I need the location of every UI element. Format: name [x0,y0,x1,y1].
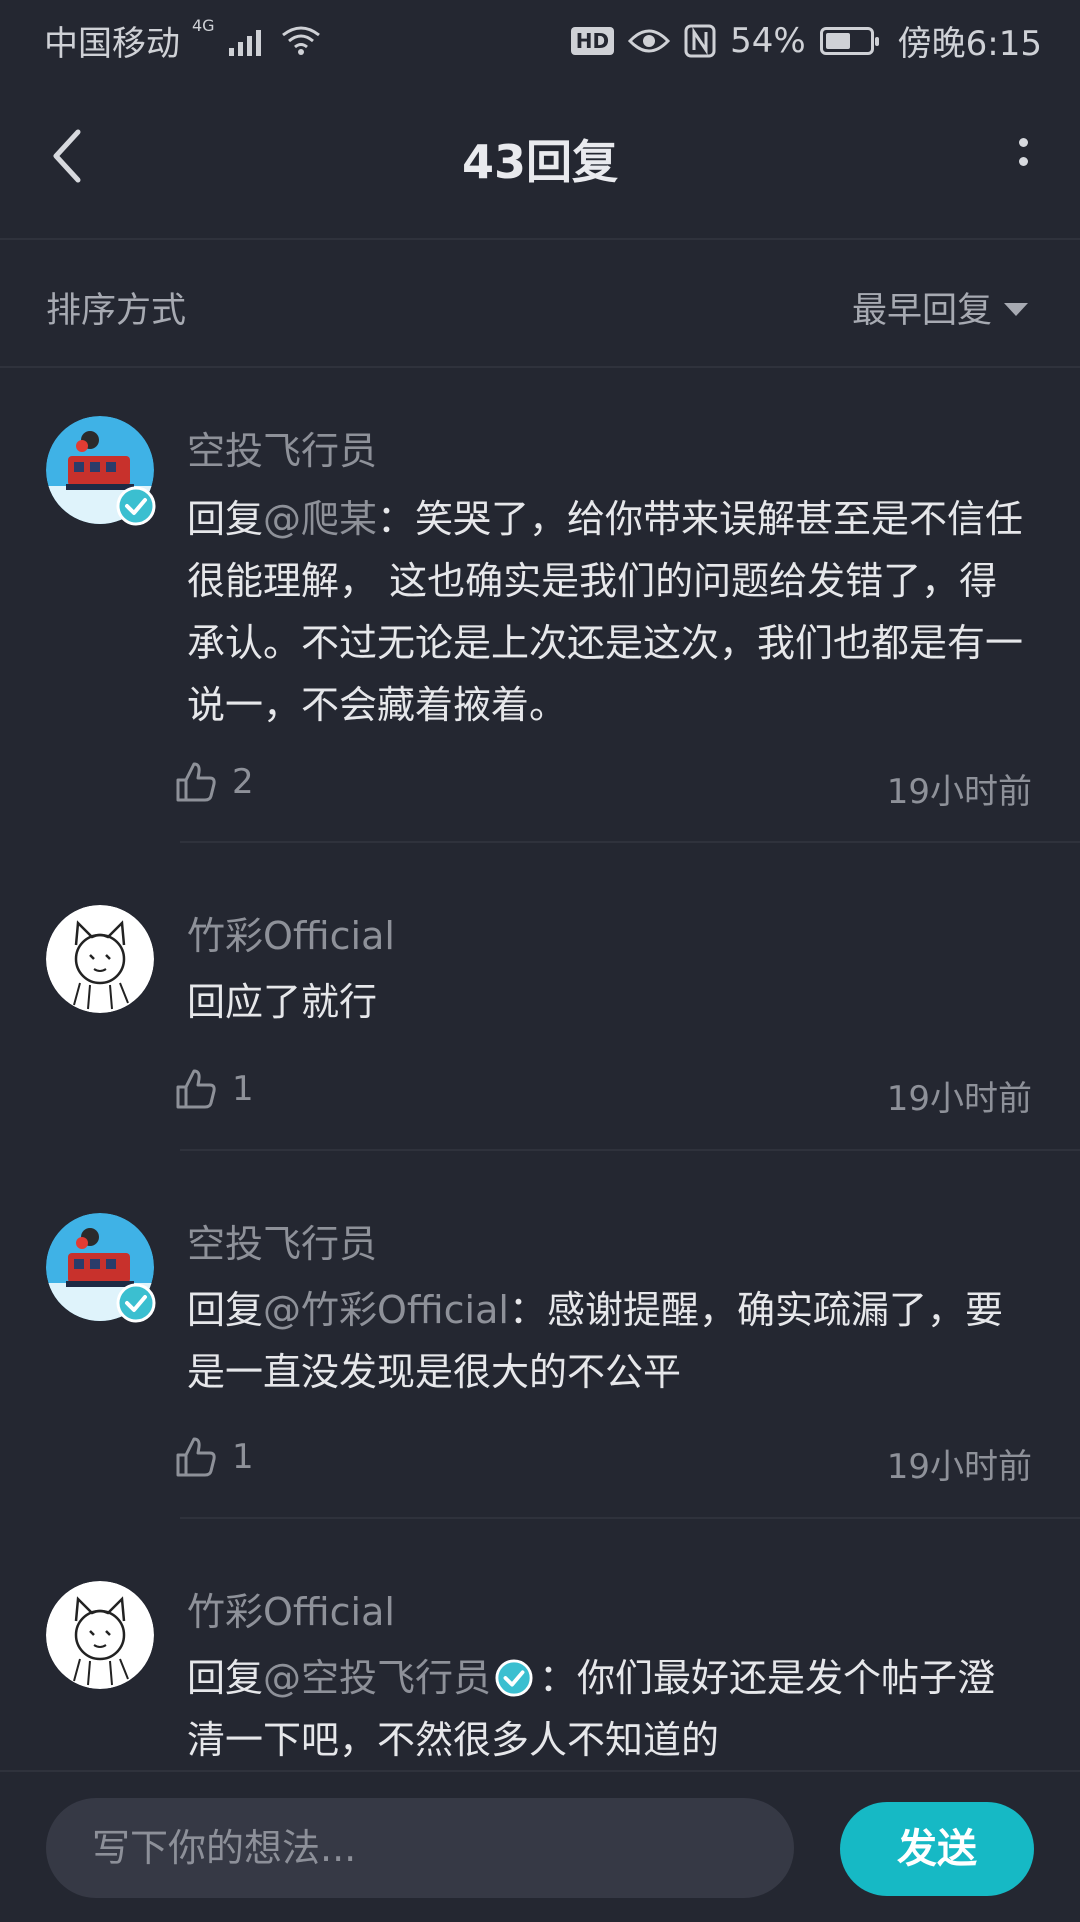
more-options-icon[interactable] [1016,138,1030,178]
comment-item: 空投飞行员 回复@爬某：笑哭了，给你带来误解甚至是不信任很能理解， 这也确实是我… [0,368,1080,843]
thumbs-up-icon [176,762,216,802]
comment-time: 19小时前 [886,1079,1032,1119]
status-bar: 中国移动 4G HD 54% 傍晚6:15 [0,0,1080,76]
sort-dropdown[interactable]: 最早回复 [852,282,1028,333]
thumbs-up-icon [176,1069,216,1109]
carrier-name: 中国移动 [44,24,180,64]
sort-value: 最早回复 [851,291,992,331]
comment-input[interactable]: 写下你的想法... [46,1798,794,1898]
header: 43回复 [0,76,1080,240]
comment-time: 19小时前 [886,772,1032,812]
caret-down-icon [1004,303,1028,316]
like-button[interactable]: 1 [174,1435,254,1479]
comment-username[interactable]: 空投飞行员 [187,420,377,475]
like-button[interactable]: 1 [174,1067,254,1111]
like-button[interactable]: 2 [174,760,254,804]
avatar[interactable] [46,416,156,526]
eye-icon [628,29,671,52]
thumbs-up-icon [176,1437,216,1477]
nfc-icon [684,24,716,57]
comment-item: 竹彩Official 回复@空投飞行员 ：你们最好还是发个帖子澄清一下吧，不然很多… [0,1519,1080,1779]
verified-icon [116,486,156,526]
mention-link[interactable]: @爬某 [263,497,377,541]
clock: 傍晚6:15 [897,24,1042,64]
network-type: 4G [192,16,215,35]
reply-list: 空投飞行员 回复@爬某：笑哭了，给你带来误解甚至是不信任很能理解， 这也确实是我… [0,368,1080,1779]
avatar[interactable] [46,905,154,1013]
comment-text: 回复@空投飞行员 ：你们最好还是发个帖子澄清一下吧，不然很多人不知道的 [187,1647,1030,1771]
comment-text: 回应了就行 [187,971,1030,1033]
like-count: 1 [232,1069,254,1109]
cat-girl-avatar-image [46,905,154,1013]
verified-icon [495,1659,533,1697]
comment-body: 回应了就行 [187,980,378,1024]
comment-username[interactable]: 竹彩Official [187,1581,395,1636]
comment-time: 19小时前 [886,1447,1032,1487]
page-title: 43回复 [461,135,618,189]
mention-link[interactable]: @空投飞行员 [263,1656,491,1700]
wifi-icon [281,26,320,55]
reply-prefix: 回复 [187,497,264,541]
comment-username[interactable]: 竹彩Official [187,905,395,960]
reply-prefix: 回复 [187,1288,264,1332]
comment-username[interactable]: 空投飞行员 [187,1213,377,1268]
reply-prefix: 回复 [187,1656,264,1700]
battery-icon [819,26,879,55]
like-count: 1 [232,1437,254,1477]
comment-text: 回复@竹彩Official：感谢提醒，确实疏漏了，要是一直没发现是很大的不公平 [187,1279,1030,1403]
sort-bar: 排序方式 最早回复 [0,240,1080,368]
like-count: 2 [232,762,254,802]
mention-link[interactable]: @竹彩Official [263,1288,509,1332]
composer-bar: 写下你的想法... 发送 [0,1770,1080,1922]
sort-label: 排序方式 [46,291,187,331]
avatar[interactable] [46,1581,154,1689]
send-button[interactable]: 发送 [840,1802,1034,1896]
comment-item: 空投飞行员 回复@竹彩Official：感谢提醒，确实疏漏了，要是一直没发现是很… [0,1151,1080,1519]
battery-percent: 54% [730,20,806,61]
comment-text: 回复@爬某：笑哭了，给你带来误解甚至是不信任很能理解， 这也确实是我们的问题给发… [187,488,1030,736]
hd-badge: HD [570,26,615,55]
cat-girl-avatar-image [46,1581,154,1689]
avatar[interactable] [46,1213,156,1323]
verified-icon [116,1283,156,1323]
signal-icon [228,26,261,56]
comment-item: 竹彩Official 回应了就行 1 19小时前 [0,843,1080,1151]
